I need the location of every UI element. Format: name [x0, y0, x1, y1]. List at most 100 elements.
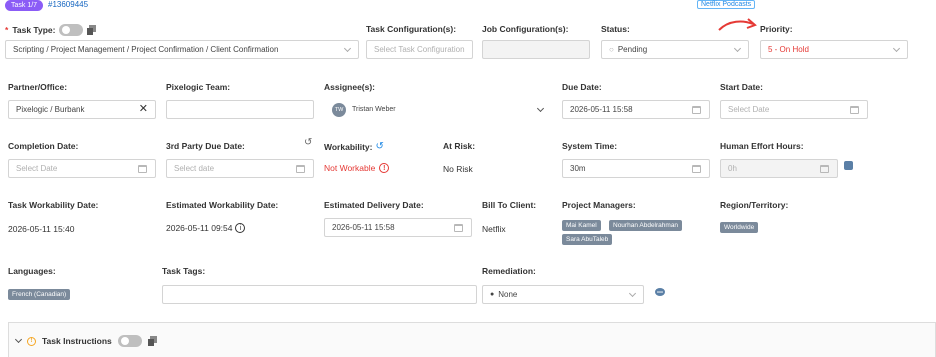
task-config-select[interactable]: Select Task Configuration [366, 40, 473, 59]
project-managers-label: Project Managers: [562, 200, 636, 210]
task-tags-label: Task Tags: [162, 266, 206, 276]
task-counter-badge: Task 1/7 [5, 0, 44, 11]
chevron-down-icon[interactable] [14, 335, 23, 344]
comment-icon[interactable] [655, 288, 665, 297]
priority-label: Priority: [760, 24, 793, 34]
netflix-podcasts-tag: Netflix Podcasts [697, 0, 756, 9]
due-date-input[interactable]: 2026-05-11 15:58 [562, 100, 710, 119]
chevron-down-icon [536, 104, 545, 113]
copy-icon[interactable] [147, 336, 157, 346]
at-risk-value: No Risk [443, 164, 473, 174]
workability-label: Workability: [324, 141, 373, 152]
task-type-value: Scripting / Project Management / Project… [13, 45, 279, 54]
est-delivery-date-input[interactable]: 2026-05-11 15:58 [324, 218, 472, 237]
project-manager-chip: Sara AbuTaleb [562, 234, 613, 245]
completion-date-input[interactable]: Select Date [8, 159, 156, 178]
start-date-label: Start Date: [720, 82, 763, 92]
bill-to-client-value: Netflix [482, 224, 506, 234]
remediation-dot-icon: ● [490, 291, 495, 298]
third-party-due-input[interactable]: Select date [166, 159, 314, 178]
completion-date-placeholder: Select Date [16, 164, 58, 173]
task-config-label: Task Configuration(s): [366, 24, 457, 34]
est-workability-date-value: 2026-05-11 09:54 [166, 223, 233, 233]
partner-value: Pixelogic / Burbank [16, 105, 85, 114]
task-instructions-header[interactable]: ! Task Instructions [14, 335, 157, 347]
team-label: Pixelogic Team: [166, 82, 231, 92]
region-label: Region/Territory: [720, 200, 789, 210]
assignee-select[interactable]: TW Tristan Weber [324, 100, 552, 119]
system-time-value: 30m [570, 164, 586, 173]
third-party-due-label: 3rd Party Due Date: [166, 141, 245, 151]
task-type-select[interactable]: Scripting / Project Management / Project… [5, 40, 359, 59]
third-party-due-placeholder: Select date [174, 164, 215, 173]
chevron-down-icon [733, 44, 742, 53]
assignee-name: Tristan Weber [352, 106, 396, 113]
history-icon[interactable]: ↺ [376, 141, 384, 152]
start-date-input[interactable]: Select Date [720, 100, 868, 119]
workability-field: Workability: ↺ [324, 141, 384, 152]
annotation-arrow [718, 18, 757, 31]
remediation-label: Remediation: [482, 266, 536, 276]
calendar-icon [820, 165, 829, 173]
task-tags-input[interactable] [162, 285, 477, 304]
workability-status: Not Workable ! [324, 163, 390, 173]
status-dot-icon: ○ [609, 45, 614, 54]
clear-icon[interactable]: ✕ [139, 102, 148, 115]
due-date-label: Due Date: [562, 82, 602, 92]
effort-hours-label: Human Effort Hours: [720, 141, 804, 151]
task-workability-date-value: 2026-05-11 15:40 [8, 224, 75, 234]
assignee-label: Assignee(s): [324, 82, 376, 92]
start-date-placeholder: Select Date [728, 105, 770, 114]
status-select[interactable]: ○ Pending [601, 40, 749, 59]
effort-hours-input: 0h [720, 159, 838, 178]
task-id[interactable]: #13609445 [48, 0, 88, 9]
status-value: Pending [617, 45, 648, 54]
task-instructions-label: Task Instructions [42, 336, 112, 346]
task-type-toggle[interactable] [59, 24, 84, 36]
required-asterisk: * [5, 25, 9, 35]
system-time-label: System Time: [562, 141, 618, 151]
job-config-select[interactable] [482, 40, 590, 59]
task-type-label: Task Type: [12, 25, 56, 35]
calendar-icon [454, 224, 463, 232]
task-instructions-toggle[interactable] [117, 335, 142, 347]
task-type-field: * Task Type: [5, 24, 97, 36]
remediation-value: None [498, 290, 518, 299]
chevron-down-icon [892, 44, 901, 53]
calendar-icon [850, 106, 859, 114]
bill-to-client-label: Bill To Client: [482, 200, 537, 210]
at-risk-label: At Risk: [443, 141, 476, 151]
est-workability-date-label: Estimated Workability Date: [166, 200, 279, 210]
chevron-down-icon [628, 289, 637, 298]
calendar-icon [692, 165, 701, 173]
est-delivery-date-label: Estimated Delivery Date: [324, 200, 424, 210]
team-input[interactable] [166, 100, 314, 119]
job-config-label: Job Configuration(s): [482, 24, 569, 34]
info-icon[interactable]: i [235, 223, 246, 233]
remediation-select[interactable]: ● None [482, 285, 644, 304]
system-time-input[interactable]: 30m [562, 159, 710, 178]
copy-icon[interactable] [87, 25, 97, 35]
chevron-down-icon [343, 44, 352, 53]
project-manager-chip: Nourhan Abdelrahman [609, 220, 683, 231]
edit-time-icon[interactable] [844, 161, 853, 170]
partner-select[interactable]: Pixelogic / Burbank ✕ [8, 100, 156, 119]
est-workability-date: 2026-05-11 09:54 i [166, 223, 246, 233]
est-delivery-date-value: 2026-05-11 15:58 [332, 223, 395, 232]
due-date-value: 2026-05-11 15:58 [570, 105, 633, 114]
priority-select[interactable]: 5 - On Hold [760, 40, 908, 59]
calendar-icon [692, 106, 701, 114]
priority-value: 5 - On Hold [768, 45, 809, 54]
languages-label: Languages: [8, 266, 56, 276]
task-workability-date-label: Task Workability Date: [8, 200, 99, 210]
completion-date-label: Completion Date: [8, 141, 79, 151]
warning-icon: ! [379, 163, 390, 173]
language-chip: French (Canadian) [8, 289, 71, 300]
history-icon[interactable]: ↺ [304, 137, 312, 148]
region-chip: Worldwide [720, 222, 759, 233]
task-config-placeholder: Select Task Configuration [374, 45, 465, 54]
calendar-icon [296, 165, 305, 173]
avatar: TW [332, 102, 346, 117]
project-manager-chip: Mai Kamel [562, 220, 601, 231]
calendar-icon [138, 165, 147, 173]
